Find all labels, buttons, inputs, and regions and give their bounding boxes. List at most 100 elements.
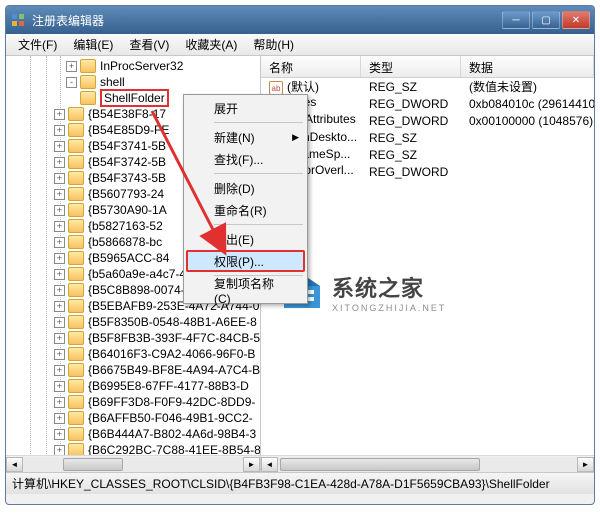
tree-item-label: {b5866878-bc	[88, 235, 162, 249]
folder-icon	[68, 219, 84, 233]
tree-item[interactable]: +{B6995E8-67FF-4177-88B3-D	[6, 378, 260, 394]
expand-toggle[interactable]: +	[54, 365, 65, 376]
expand-toggle[interactable]: +	[54, 237, 65, 248]
ctx-copy-key-name[interactable]: 复制项名称(C)	[186, 279, 305, 301]
col-type[interactable]: 类型	[361, 56, 461, 77]
tree-item-label: {B6675B49-BF8E-4A94-A7C4-B	[88, 363, 260, 377]
ctx-expand[interactable]: 展开	[186, 97, 305, 119]
value-row[interactable]: aboNameSp...REG_SZ	[261, 146, 594, 163]
expand-toggle[interactable]: +	[54, 413, 65, 424]
tree-item[interactable]: + {B64016F3-C9A2-4066-96F0-B	[6, 346, 260, 362]
expand-toggle[interactable]: +	[54, 109, 65, 120]
app-icon	[10, 12, 26, 28]
tree-item[interactable]: + {B5F8FB3B-393F-4F7C-84CB-5	[6, 330, 260, 346]
expand-toggle	[66, 93, 77, 104]
expand-toggle[interactable]: +	[54, 301, 65, 312]
minimize-button[interactable]: ─	[502, 11, 530, 29]
expand-toggle[interactable]: -	[66, 77, 77, 88]
tree-item-label: {B6B444A7-B802-4A6d-98B4-3	[88, 427, 256, 441]
tree-item-label: {B64016F3-C9A2-4066-96F0-B	[88, 347, 255, 361]
folder-icon	[68, 347, 84, 361]
maximize-button[interactable]: ▢	[532, 11, 560, 29]
tree-item[interactable]: + {B6AFFB50-F046-49B1-9CC2-	[6, 410, 260, 426]
value-list[interactable]: ab(默认)REG_SZ(数值未设置)01butesREG_DWORD0xb08…	[261, 78, 594, 455]
expand-toggle[interactable]: +	[54, 157, 65, 168]
menubar: 文件(F) 编辑(E) 查看(V) 收藏夹(A) 帮助(H)	[6, 34, 594, 56]
tree-item-label: {B5F8FB3B-393F-4F7C-84CB-5	[88, 331, 260, 345]
tree-hscrollbar[interactable]: ◄ ►	[6, 455, 260, 472]
ctx-rename[interactable]: 重命名(R)	[186, 199, 305, 221]
tree-item[interactable]: +InProcServer32	[6, 58, 260, 74]
menu-file[interactable]: 文件(F)	[10, 34, 65, 55]
scroll-left-button[interactable]: ◄	[261, 457, 278, 472]
ctx-new[interactable]: 新建(N)▶	[186, 126, 305, 148]
folder-icon	[68, 379, 84, 393]
scroll-right-button[interactable]: ►	[243, 457, 260, 472]
expand-toggle[interactable]: +	[54, 205, 65, 216]
tree-item[interactable]: +{B5F8350B-0548-48B1-A6EE-8	[6, 314, 260, 330]
tree-item[interactable]: + {B6B444A7-B802-4A6d-98B4-3	[6, 426, 260, 442]
expand-toggle[interactable]: +	[54, 333, 65, 344]
folder-icon	[68, 187, 84, 201]
expand-toggle[interactable]: +	[54, 317, 65, 328]
expand-toggle[interactable]: +	[66, 61, 77, 72]
menu-edit[interactable]: 编辑(E)	[65, 34, 121, 55]
status-path: 计算机\HKEY_CLASSES_ROOT\CLSID\{B4FB3F98-C1…	[12, 475, 550, 492]
expand-toggle[interactable]: +	[54, 173, 65, 184]
expand-toggle[interactable]: +	[54, 381, 65, 392]
value-row[interactable]: 01ForAttributesREG_DWORD0x00100000 (1048…	[261, 112, 594, 129]
expand-toggle[interactable]: +	[54, 253, 65, 264]
col-name[interactable]: 名称	[261, 56, 361, 77]
submenu-arrow-icon: ▶	[292, 132, 299, 143]
folder-icon	[68, 155, 84, 169]
expand-toggle[interactable]: +	[54, 221, 65, 232]
folder-icon	[68, 395, 84, 409]
menu-view[interactable]: 查看(V)	[121, 34, 177, 55]
value-row[interactable]: 01ryForOverl...REG_DWORD	[261, 163, 594, 180]
window-title: 注册表编辑器	[32, 12, 502, 29]
expand-toggle[interactable]: +	[54, 429, 65, 440]
list-hscrollbar[interactable]: ◄ ►	[261, 455, 594, 472]
expand-toggle[interactable]: +	[54, 141, 65, 152]
scroll-thumb[interactable]	[280, 458, 480, 471]
expand-toggle[interactable]: +	[54, 445, 65, 456]
scroll-right-button[interactable]: ►	[577, 457, 594, 472]
tree-item-label: {B54F3742-5B	[88, 155, 166, 169]
tree-item[interactable]: - shell	[6, 74, 260, 90]
menu-help[interactable]: 帮助(H)	[245, 34, 302, 55]
expand-toggle[interactable]: +	[54, 269, 65, 280]
folder-icon	[80, 91, 96, 105]
folder-icon	[68, 107, 84, 121]
folder-icon	[68, 363, 84, 377]
tree-item-label: {B54E38F8-17	[88, 107, 166, 121]
value-type: REG_DWORD	[361, 165, 461, 179]
ctx-find[interactable]: 查找(F)...	[186, 148, 305, 170]
tree-item-label: shell	[100, 75, 125, 89]
expand-toggle[interactable]: +	[54, 285, 65, 296]
folder-icon	[68, 331, 84, 345]
ctx-permissions[interactable]: 权限(P)...	[186, 250, 305, 272]
value-type: REG_SZ	[361, 131, 461, 145]
close-button[interactable]: ✕	[562, 11, 590, 29]
menu-favorites[interactable]: 收藏夹(A)	[177, 34, 245, 55]
value-row[interactable]: abeOnDeskto...REG_SZ	[261, 129, 594, 146]
scroll-thumb[interactable]	[63, 458, 123, 471]
expand-toggle[interactable]: +	[54, 189, 65, 200]
separator	[214, 173, 303, 174]
ctx-delete[interactable]: 删除(D)	[186, 177, 305, 199]
value-row[interactable]: ab(默认)REG_SZ(数值未设置)	[261, 78, 594, 95]
tree-item-label: {b5827163-52	[88, 219, 163, 233]
col-data[interactable]: 数据	[461, 56, 594, 77]
value-row[interactable]: 01butesREG_DWORD0xb084010c (29614410	[261, 95, 594, 112]
ctx-export[interactable]: 导出(E)	[186, 228, 305, 250]
scroll-left-button[interactable]: ◄	[6, 457, 23, 472]
folder-icon	[68, 171, 84, 185]
tree-item[interactable]: + {B6675B49-BF8E-4A94-A7C4-B	[6, 362, 260, 378]
watermark-en: XITONGZHIJIA.NET	[332, 303, 446, 313]
tree-item[interactable]: +{B69FF3D8-F0F9-42DC-8DD9-	[6, 394, 260, 410]
expand-toggle[interactable]: +	[54, 349, 65, 360]
expand-toggle[interactable]: +	[54, 125, 65, 136]
folder-icon	[68, 299, 84, 313]
expand-toggle[interactable]: +	[54, 397, 65, 408]
tree-item-label: {B6AFFB50-F046-49B1-9CC2-	[88, 411, 253, 425]
